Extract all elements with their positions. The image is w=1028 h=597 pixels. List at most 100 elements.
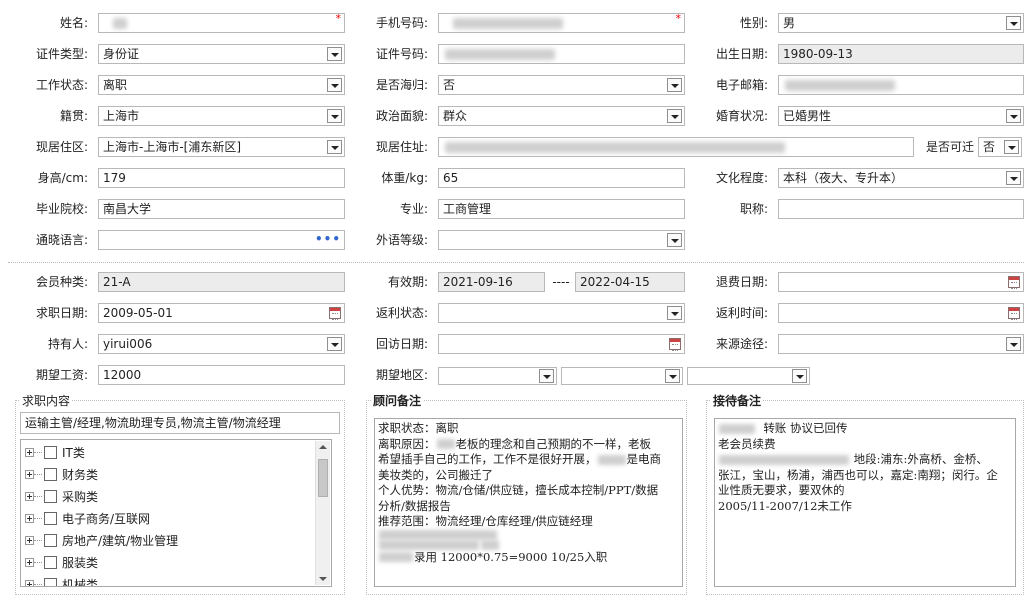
scroll-down-icon[interactable] — [319, 577, 327, 581]
height-field[interactable]: 179 — [98, 168, 345, 188]
category-tree[interactable]: IT类 财务类 采购类 电子商务/互联网 房地产/建筑/物业管理 服装类 机械类 — [20, 439, 332, 587]
expand-icon[interactable] — [25, 447, 34, 457]
chevron-down-icon[interactable] — [665, 369, 680, 383]
expand-icon[interactable] — [25, 535, 34, 545]
tree-item-finance[interactable]: 财务类 — [21, 463, 98, 485]
chevron-down-icon[interactable] — [327, 337, 342, 351]
checkbox[interactable] — [44, 533, 57, 547]
chevron-down-icon[interactable] — [667, 306, 682, 320]
chevron-down-icon[interactable] — [667, 109, 682, 123]
chevron-down-icon[interactable] — [1006, 16, 1021, 30]
job-summary-field[interactable]: 运输主管/经理,物流助理专员,物流主管/物流经理 — [20, 412, 340, 434]
gender-select[interactable]: 男 — [778, 13, 1024, 33]
expand-icon[interactable] — [25, 557, 34, 567]
title-field[interactable] — [778, 199, 1024, 219]
source-select[interactable] — [778, 334, 1024, 354]
chevron-down-icon[interactable] — [327, 109, 342, 123]
expand-icon[interactable] — [25, 491, 34, 501]
native-label: 籍贯: — [59, 109, 88, 123]
job-content-title: 求职内容 — [20, 394, 73, 408]
valid-from-field[interactable]: 2021-09-16 — [438, 272, 545, 292]
checkbox[interactable] — [44, 489, 57, 503]
expand-icon[interactable] — [25, 513, 34, 523]
native-select[interactable]: 上海市 — [98, 106, 345, 126]
work-status-select[interactable]: 离职 — [98, 75, 345, 95]
calendar-icon[interactable] — [669, 338, 681, 351]
rebate-time-label: 返利时间: — [715, 306, 768, 320]
language-field[interactable]: ••• — [98, 230, 345, 250]
rebate-time-field[interactable] — [778, 303, 1024, 323]
member-type-field[interactable]: 21-A — [98, 272, 345, 292]
divider — [8, 262, 1024, 263]
chevron-down-icon[interactable] — [667, 78, 682, 92]
scroll-thumb[interactable] — [318, 459, 328, 497]
checkbox[interactable] — [44, 577, 57, 586]
chevron-down-icon[interactable] — [792, 369, 807, 383]
scrollbar[interactable] — [315, 441, 330, 585]
major-field[interactable]: 工商管理 — [438, 199, 685, 219]
chevron-down-icon[interactable] — [1006, 171, 1021, 185]
tree-item-realestate[interactable]: 房地产/建筑/物业管理 — [21, 529, 178, 551]
chevron-down-icon[interactable] — [327, 140, 342, 154]
relocate-label: 是否可迁 — [925, 140, 974, 154]
chevron-down-icon[interactable] — [1004, 140, 1019, 154]
checkbox[interactable] — [44, 555, 57, 569]
refund-date-field[interactable] — [778, 272, 1024, 292]
email-label: 电子邮箱: — [715, 78, 768, 92]
education-select[interactable]: 本科（夜大、专升本） — [778, 168, 1024, 188]
chevron-down-icon[interactable] — [667, 233, 682, 247]
calendar-icon[interactable] — [329, 307, 341, 320]
chevron-down-icon[interactable] — [327, 78, 342, 92]
birth-date-field[interactable]: 1980-09-13 — [778, 44, 1024, 64]
weight-field[interactable]: 65 — [438, 168, 685, 188]
foreign-level-label: 外语等级: — [375, 233, 428, 247]
valid-to-field[interactable]: 2022-04-15 — [575, 272, 685, 292]
holder-select[interactable]: yirui006 — [98, 334, 345, 354]
revisit-date-label: 回访日期: — [375, 337, 428, 351]
political-label: 政治面貌: — [375, 109, 428, 123]
expand-icon[interactable] — [25, 469, 34, 479]
revisit-date-field[interactable] — [438, 334, 685, 354]
school-field[interactable]: 南昌大学 — [98, 199, 345, 219]
tree-item-ecommerce[interactable]: 电子商务/互联网 — [21, 507, 150, 529]
relocate-select[interactable]: 否 — [978, 137, 1022, 157]
tree-item-machinery[interactable]: 机械类 — [21, 573, 98, 586]
tree-item-apparel[interactable]: 服装类 — [21, 551, 98, 573]
checkbox[interactable] — [44, 445, 57, 459]
chevron-down-icon[interactable] — [539, 369, 554, 383]
residence-area-label: 现居住区: — [35, 140, 88, 154]
height-label: 身高/cm: — [37, 171, 88, 185]
residence-address-field[interactable] — [438, 137, 914, 157]
reception-notes-textarea[interactable]: 转账 协议已回传 老会员续费 地段:浦东:外高桥、金桥、 张江，宝山，杨浦，浦西… — [714, 418, 1016, 587]
phone-field[interactable]: * — [438, 13, 685, 33]
job-date-field[interactable]: 2009-05-01 — [98, 303, 345, 323]
region-district-select[interactable] — [687, 367, 810, 385]
chevron-down-icon[interactable] — [327, 47, 342, 61]
email-field[interactable] — [778, 75, 1024, 95]
marital-label: 婚育状况: — [715, 109, 768, 123]
tree-item-purchase[interactable]: 采购类 — [21, 485, 98, 507]
political-select[interactable]: 群众 — [438, 106, 685, 126]
tree-item-it[interactable]: IT类 — [21, 441, 85, 463]
name-field[interactable]: * — [98, 13, 345, 33]
rebate-status-select[interactable] — [438, 303, 685, 323]
region-province-select[interactable] — [438, 367, 557, 385]
calendar-icon[interactable] — [1008, 276, 1020, 289]
expand-icon[interactable] — [25, 579, 34, 586]
marital-select[interactable]: 已婚男性 — [778, 106, 1024, 126]
scroll-up-icon[interactable] — [319, 445, 327, 449]
more-icon[interactable]: ••• — [315, 231, 341, 247]
region-city-select[interactable] — [561, 367, 683, 385]
consultant-notes-textarea[interactable]: 求职状态：离职 离职原因： 老板的理念和自己预期的不一样，老板 希望插手自己的工作… — [374, 418, 683, 587]
returnee-select[interactable]: 否 — [438, 75, 685, 95]
chevron-down-icon[interactable] — [1006, 337, 1021, 351]
residence-area-select[interactable]: 上海市-上海市-[浦东新区] — [98, 137, 345, 157]
id-number-field[interactable] — [438, 44, 685, 64]
checkbox[interactable] — [44, 511, 57, 525]
foreign-level-select[interactable] — [438, 230, 685, 250]
chevron-down-icon[interactable] — [1006, 109, 1021, 123]
calendar-icon[interactable] — [1008, 307, 1020, 320]
checkbox[interactable] — [44, 467, 57, 481]
salary-field[interactable]: 12000 — [98, 365, 345, 385]
id-type-select[interactable]: 身份证 — [98, 44, 345, 64]
